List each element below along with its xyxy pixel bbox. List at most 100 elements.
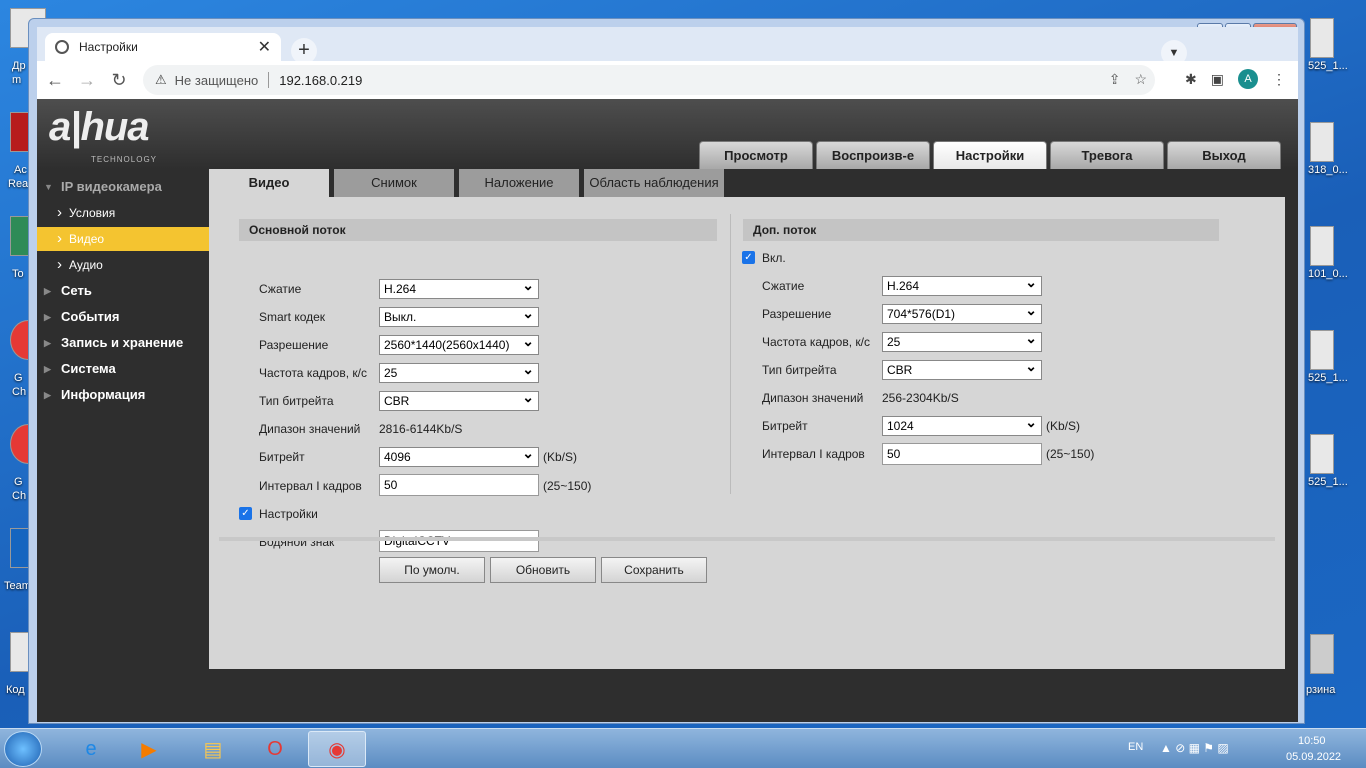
- tab-logout[interactable]: Выход: [1167, 141, 1281, 169]
- sub-stream-enable-checkbox[interactable]: ✓: [742, 251, 755, 264]
- subtab-snapshot[interactable]: Снимок: [334, 169, 454, 197]
- clock-date[interactable]: 05.09.2022: [1286, 751, 1341, 768]
- explorer-folder-icon[interactable]: ▤: [184, 731, 242, 767]
- main-bitrate-unit: (Kb/S): [543, 450, 578, 464]
- main-resolution-label: Разрешение: [259, 338, 329, 352]
- sub-stream-header: Доп. поток: [743, 219, 1219, 241]
- sub-range-label: Дипазон значений: [762, 391, 864, 405]
- extensions-puzzle-icon[interactable]: ✱: [1185, 71, 1197, 88]
- main-bitrate-type-label: Тип битрейта: [259, 394, 334, 408]
- sub-bitrate-type-select[interactable]: CBR: [882, 357, 1042, 380]
- sidebar-item-audio[interactable]: Аудио: [37, 253, 209, 277]
- insecure-label[interactable]: Не защищено: [175, 73, 259, 88]
- settings-panel: Видео Снимок Наложение Область наблюдени…: [209, 169, 1285, 669]
- desktop-label: рзина: [1306, 684, 1336, 696]
- warning-icon[interactable]: ⚠: [155, 72, 167, 88]
- desktop-label: Ch: [12, 386, 27, 398]
- main-bitrate-type-select[interactable]: CBR: [379, 388, 539, 411]
- main-stream-header: Основной поток: [239, 219, 717, 241]
- stream-divider: [730, 214, 731, 494]
- omnibox-divider: [268, 72, 270, 88]
- desktop-label: Team: [4, 580, 31, 592]
- desktop-image-icon[interactable]: [1310, 330, 1334, 370]
- sub-resolution-label: Разрешение: [762, 307, 832, 321]
- address-bar[interactable]: ⚠ Не защищено 192.168.0.219 ⇪ ☆: [143, 65, 1155, 95]
- refresh-button[interactable]: Обновить: [490, 557, 596, 583]
- chrome-taskbar-icon[interactable]: ◉: [308, 731, 366, 767]
- profile-avatar[interactable]: A: [1238, 69, 1258, 89]
- sub-bitrate-type-label: Тип битрейта: [762, 363, 837, 377]
- desktop-label: To: [12, 268, 24, 280]
- main-compression-select[interactable]: H.264: [379, 276, 539, 299]
- tab-alarm[interactable]: Тревога: [1050, 141, 1164, 169]
- bookmark-star-icon[interactable]: ☆: [1134, 71, 1147, 88]
- forward-arrow-icon[interactable]: →: [73, 70, 101, 91]
- desktop-label: Ac: [14, 164, 27, 176]
- sidebar-item-ip-camera[interactable]: IP видеокамера: [37, 175, 209, 199]
- tab-settings[interactable]: Настройки: [933, 141, 1047, 169]
- sidebar: IP видеокамера Условия Видео Аудио Сеть …: [37, 169, 209, 722]
- language-indicator[interactable]: EN: [1128, 741, 1143, 768]
- default-button[interactable]: По умолч.: [379, 557, 485, 583]
- desktop-image-icon[interactable]: [1310, 434, 1334, 474]
- sub-resolution-select[interactable]: 704*576(D1): [882, 301, 1042, 324]
- main-bitrate-select[interactable]: 4096: [379, 444, 539, 467]
- main-iframe-input[interactable]: 50: [379, 474, 539, 496]
- opera-icon[interactable]: O: [246, 731, 304, 767]
- desktop-image-icon[interactable]: [1310, 226, 1334, 266]
- sidebar-item-events[interactable]: События: [37, 305, 209, 329]
- desktop-image-icon[interactable]: [1310, 18, 1334, 58]
- globe-icon: [55, 40, 69, 54]
- sidebar-item-network[interactable]: Сеть: [37, 279, 209, 303]
- sub-compression-select[interactable]: H.264: [882, 273, 1042, 296]
- sub-iframe-label: Интервал I кадров: [762, 447, 865, 461]
- main-resolution-select[interactable]: 2560*1440(2560x1440): [379, 335, 539, 355]
- main-iframe-label: Интервал I кадров: [259, 479, 362, 493]
- desktop-label: 525_1...: [1308, 372, 1348, 384]
- save-button[interactable]: Сохранить: [601, 557, 707, 583]
- sub-iframe-input[interactable]: 50: [882, 443, 1042, 465]
- tab-bar: Настройки ✕ + ▼: [37, 27, 1298, 66]
- sidebar-item-conditions[interactable]: Условия: [37, 201, 209, 225]
- desktop-label: 525_1...: [1308, 60, 1348, 72]
- tab-playback[interactable]: Воспроизв-е: [816, 141, 930, 169]
- watermark-input[interactable]: DigitalCCTV: [379, 530, 539, 552]
- sidebar-item-information[interactable]: Информация: [37, 383, 209, 407]
- sub-iframe-range: (25~150): [1046, 447, 1095, 461]
- sidebar-item-video[interactable]: Видео: [37, 227, 209, 251]
- main-fps-select[interactable]: 25: [379, 360, 539, 383]
- subtab-video[interactable]: Видео: [209, 169, 329, 197]
- ie-icon[interactable]: e: [62, 731, 120, 767]
- sidebar-item-system[interactable]: Система: [37, 357, 209, 381]
- close-tab-icon[interactable]: ✕: [258, 37, 271, 57]
- desktop-image-icon[interactable]: [1310, 122, 1334, 162]
- subtab-overlay[interactable]: Наложение: [459, 169, 579, 197]
- watermark-checkbox[interactable]: ✓: [239, 507, 252, 520]
- desktop-label: 525_1...: [1308, 476, 1348, 488]
- watermark-settings-label: Настройки: [259, 507, 318, 521]
- tray-icons[interactable]: ▲ ⊘ ▦ ⚑ ▨: [1160, 741, 1229, 768]
- sub-fps-select[interactable]: 25: [882, 329, 1042, 352]
- sub-fps-label: Частота кадров, к/с: [762, 335, 870, 349]
- subtab-roi[interactable]: Область наблюдения: [584, 169, 724, 197]
- side-panel-icon[interactable]: ▣: [1211, 71, 1224, 88]
- sub-range-value: 256-2304Kb/S: [882, 391, 959, 405]
- sidebar-item-storage[interactable]: Запись и хранение: [37, 331, 209, 355]
- tab-title: Настройки: [79, 40, 138, 54]
- url-text[interactable]: 192.168.0.219: [279, 73, 362, 88]
- browser-chrome: Настройки ✕ + ▼ ← → ↻ ⚠ Не защищено 192.…: [37, 27, 1298, 722]
- recycle-bin-icon[interactable]: [1310, 634, 1334, 674]
- menu-kebab-icon[interactable]: ⋮: [1272, 71, 1286, 88]
- reload-icon[interactable]: ↻: [105, 70, 133, 91]
- back-arrow-icon[interactable]: ←: [41, 70, 69, 91]
- share-icon[interactable]: ⇪: [1109, 71, 1121, 88]
- desktop-label: 318_0...: [1308, 164, 1348, 176]
- sub-bitrate-select[interactable]: 1024: [882, 413, 1042, 436]
- main-smart-select[interactable]: Выкл.: [379, 304, 539, 327]
- browser-tab[interactable]: Настройки ✕: [45, 33, 281, 61]
- tab-preview[interactable]: Просмотр: [699, 141, 813, 169]
- sub-bitrate-label: Битрейт: [762, 419, 808, 433]
- start-button[interactable]: [4, 731, 42, 767]
- media-player-icon[interactable]: ▶: [120, 731, 178, 767]
- taskbar: e ▶ ▤ O ◉ EN ▲ ⊘ ▦ ⚑ ▨ 10:50 05.09.2022: [0, 728, 1366, 768]
